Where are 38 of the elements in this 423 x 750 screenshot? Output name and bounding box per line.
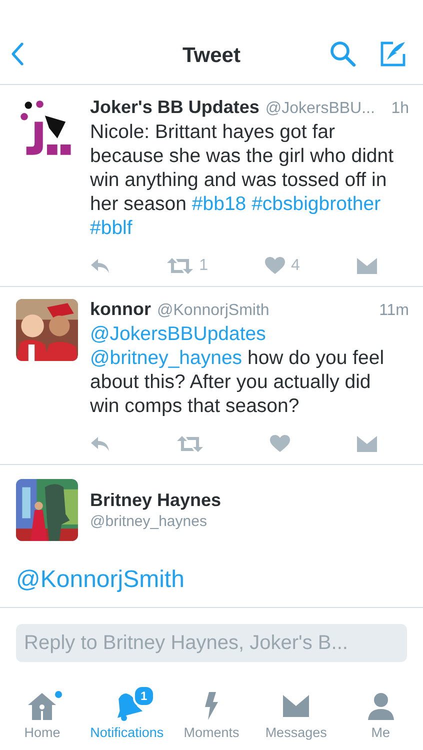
page-title: Tweet: [182, 44, 240, 68]
retweet-icon[interactable]: [167, 257, 194, 275]
tweet-text: Nicole: Brittant hayes got far because she was the girl who didnt win anything and was tossed off in her season #bb18 #cbsbigbrother #bblf: [90, 120, 395, 240]
like-count: 4: [291, 257, 300, 275]
reply-icon[interactable]: [90, 436, 110, 452]
tweet-time: 1h: [391, 100, 409, 118]
tweet-text: @JokersBBUpdates @britney_haynes how do you feel about this? After you actually did win comps that season?: [90, 322, 386, 418]
tab-item[interactable]: Messages: [254, 670, 338, 746]
search-icon[interactable]: [329, 40, 357, 68]
mention-link[interactable]: @KonnorjSmith: [16, 566, 184, 593]
author-handle[interactable]: @KonnorjSmith: [157, 302, 380, 320]
hashtag-link[interactable]: #bblf: [90, 217, 132, 239]
tab-item[interactable]: Home: [0, 670, 85, 746]
house-icon: [26, 691, 58, 721]
reply-icon[interactable]: [90, 258, 110, 274]
heart-icon[interactable]: [265, 257, 286, 275]
hashtag-link[interactable]: #bb18: [192, 193, 246, 215]
mention-link[interactable]: @britney_haynes: [90, 347, 242, 369]
envelope-icon[interactable]: [357, 436, 377, 452]
tab-item[interactable]: 1 Notifications: [84, 670, 170, 746]
tab-item[interactable]: Moments: [169, 670, 254, 746]
hashtag-link[interactable]: #cbsbigbrother: [252, 193, 381, 215]
reply-field[interactable]: Reply to Britney Haynes, Joker's B...: [16, 624, 407, 662]
author-name[interactable]: Britney Haynes: [90, 490, 222, 511]
mention-link[interactable]: @JokersBBUpdates: [90, 323, 266, 345]
tab-item[interactable]: Me: [338, 670, 423, 746]
retweet-count: 1: [199, 257, 208, 275]
heart-icon[interactable]: [270, 435, 290, 453]
author-handle[interactable]: @britney_haynes: [90, 513, 222, 530]
back-icon[interactable]: [10, 42, 24, 66]
author-handle[interactable]: @JokersBBU...: [265, 100, 392, 118]
count-badge: 1: [132, 685, 155, 707]
compose-icon[interactable]: [379, 40, 407, 68]
tweet-time: 11m: [379, 302, 409, 320]
author-name[interactable]: Joker's BB Updates: [90, 97, 260, 118]
author-name[interactable]: konnor: [90, 299, 151, 320]
envelope-icon[interactable]: [357, 258, 377, 274]
retweet-icon[interactable]: [177, 435, 203, 453]
